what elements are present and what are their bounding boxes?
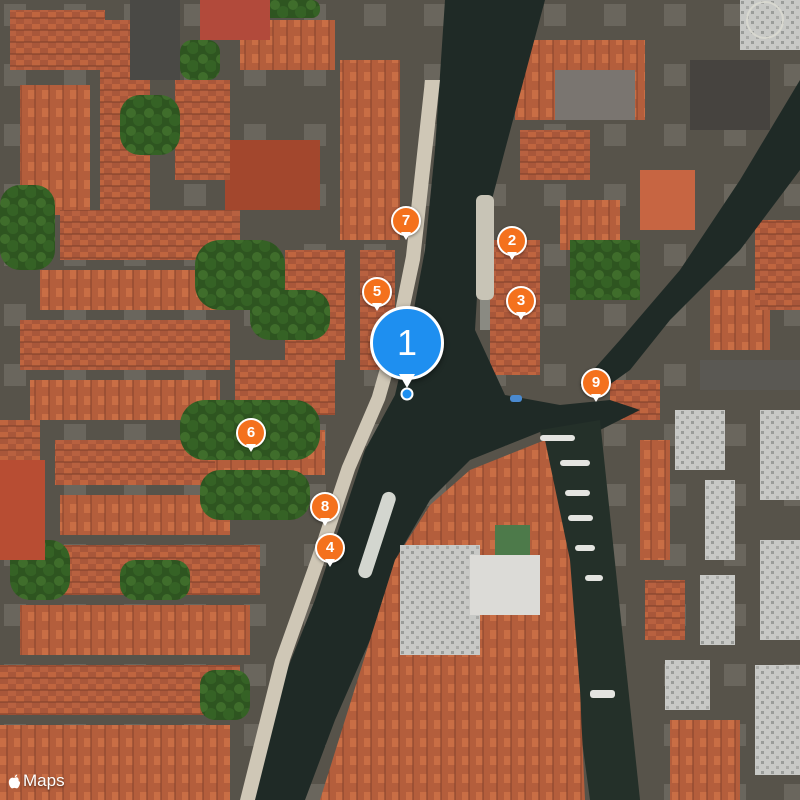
map-pin-9[interactable]: 9 — [581, 368, 611, 404]
map-pin-1[interactable]: 1 — [370, 306, 444, 392]
church-roof — [0, 460, 45, 560]
map-pin-5[interactable]: 5 — [362, 277, 392, 313]
modern-roof-island — [470, 555, 540, 615]
map-pin-8[interactable]: 8 — [310, 492, 340, 528]
apple-logo-icon — [8, 774, 21, 788]
map-pin-7[interactable]: 7 — [391, 206, 421, 242]
green-roof — [495, 525, 530, 555]
satellite-map[interactable] — [0, 0, 800, 800]
map-pin-2[interactable]: 2 — [497, 226, 527, 262]
sports-court — [200, 0, 270, 40]
map-pin-4[interactable]: 4 — [315, 533, 345, 569]
map-pin-3[interactable]: 3 — [506, 286, 536, 322]
modern-building-island — [400, 545, 480, 655]
maps-attribution[interactable]: Maps — [8, 771, 65, 791]
maps-label: Maps — [23, 771, 65, 790]
pin-label: 1 — [370, 306, 444, 380]
map-pin-6[interactable]: 6 — [236, 418, 266, 454]
